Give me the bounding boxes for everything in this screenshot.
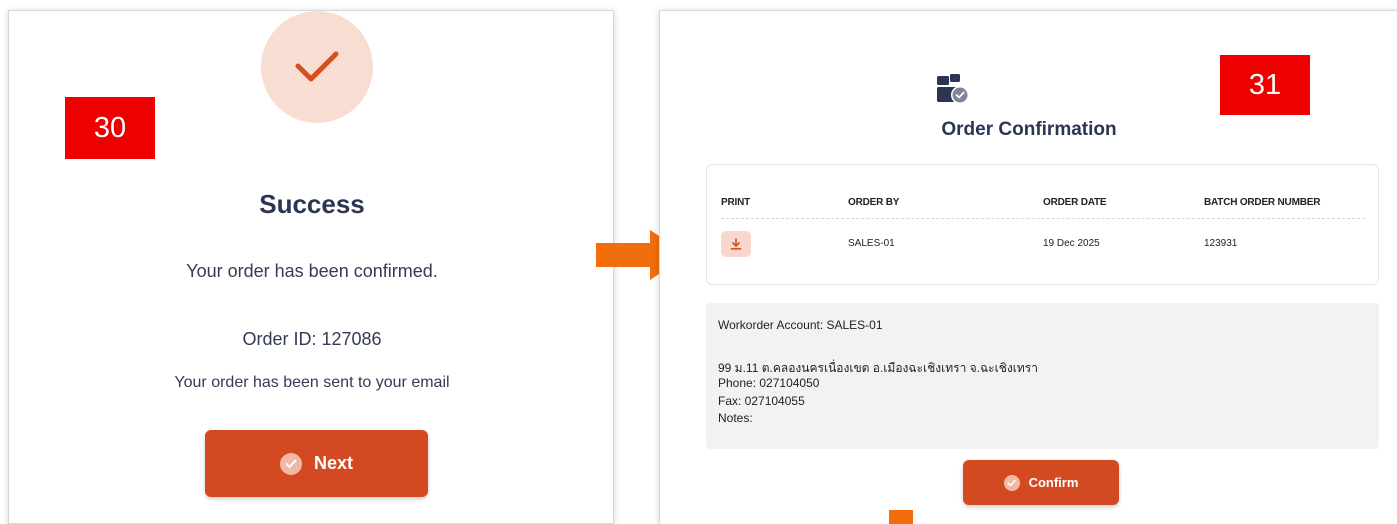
page-title: Order Confirmation	[941, 119, 1117, 140]
order-id-text: Order ID: 127086	[242, 329, 382, 349]
success-panel: 30 Success Your order has been confirmed…	[8, 10, 614, 524]
header-order-by: ORDER BY	[848, 197, 900, 208]
header-order-date: ORDER DATE	[1043, 197, 1107, 208]
cell-order-date: 19 Dec 2025	[1043, 238, 1100, 249]
notes-text: Notes:	[718, 411, 753, 425]
workorder-account: Workorder Account: SALES-01	[718, 318, 883, 332]
next-button-label: Next	[313, 453, 353, 473]
print-button[interactable]	[721, 231, 751, 257]
header-print: PRINT	[721, 197, 751, 208]
confirm-button[interactable]: Confirm	[963, 460, 1119, 505]
step-badge-31: 31	[1220, 55, 1310, 115]
cell-batch-number: 123931	[1204, 238, 1238, 249]
header-batch-order-number: BATCH ORDER NUMBER	[1204, 197, 1321, 208]
download-icon	[730, 238, 742, 250]
checkmark-icon	[295, 51, 339, 82]
cell-order-by: SALES-01	[848, 238, 895, 249]
account-details: Workorder Account: SALES-01 99 ม.11 ต.คล…	[706, 303, 1379, 449]
check-circle-icon	[279, 452, 302, 475]
success-checkmark-icon	[261, 11, 373, 123]
stage: 30 Success Your order has been confirmed…	[0, 0, 1397, 524]
confirm-button-label: Confirm	[1028, 475, 1079, 490]
order-table: PRINT ORDER BY ORDER DATE BATCH ORDER NU…	[706, 164, 1379, 285]
check-circle-icon	[1003, 474, 1020, 491]
phone-text: Phone: 027104050	[718, 376, 820, 390]
fax-text: Fax: 027104055	[718, 394, 805, 408]
table-divider	[721, 218, 1365, 219]
package-check-icon	[937, 74, 969, 104]
success-title: Success	[259, 189, 365, 219]
arrow-down-icon	[889, 510, 913, 524]
email-note: Your order has been sent to your email	[174, 374, 450, 391]
order-confirmation-panel: 31 Order Confirmation PRINT ORDER BY ORD…	[659, 10, 1397, 524]
next-button[interactable]: Next	[205, 430, 428, 497]
confirmation-message: Your order has been confirmed.	[186, 261, 438, 281]
step-badge-30: 30	[65, 97, 155, 159]
